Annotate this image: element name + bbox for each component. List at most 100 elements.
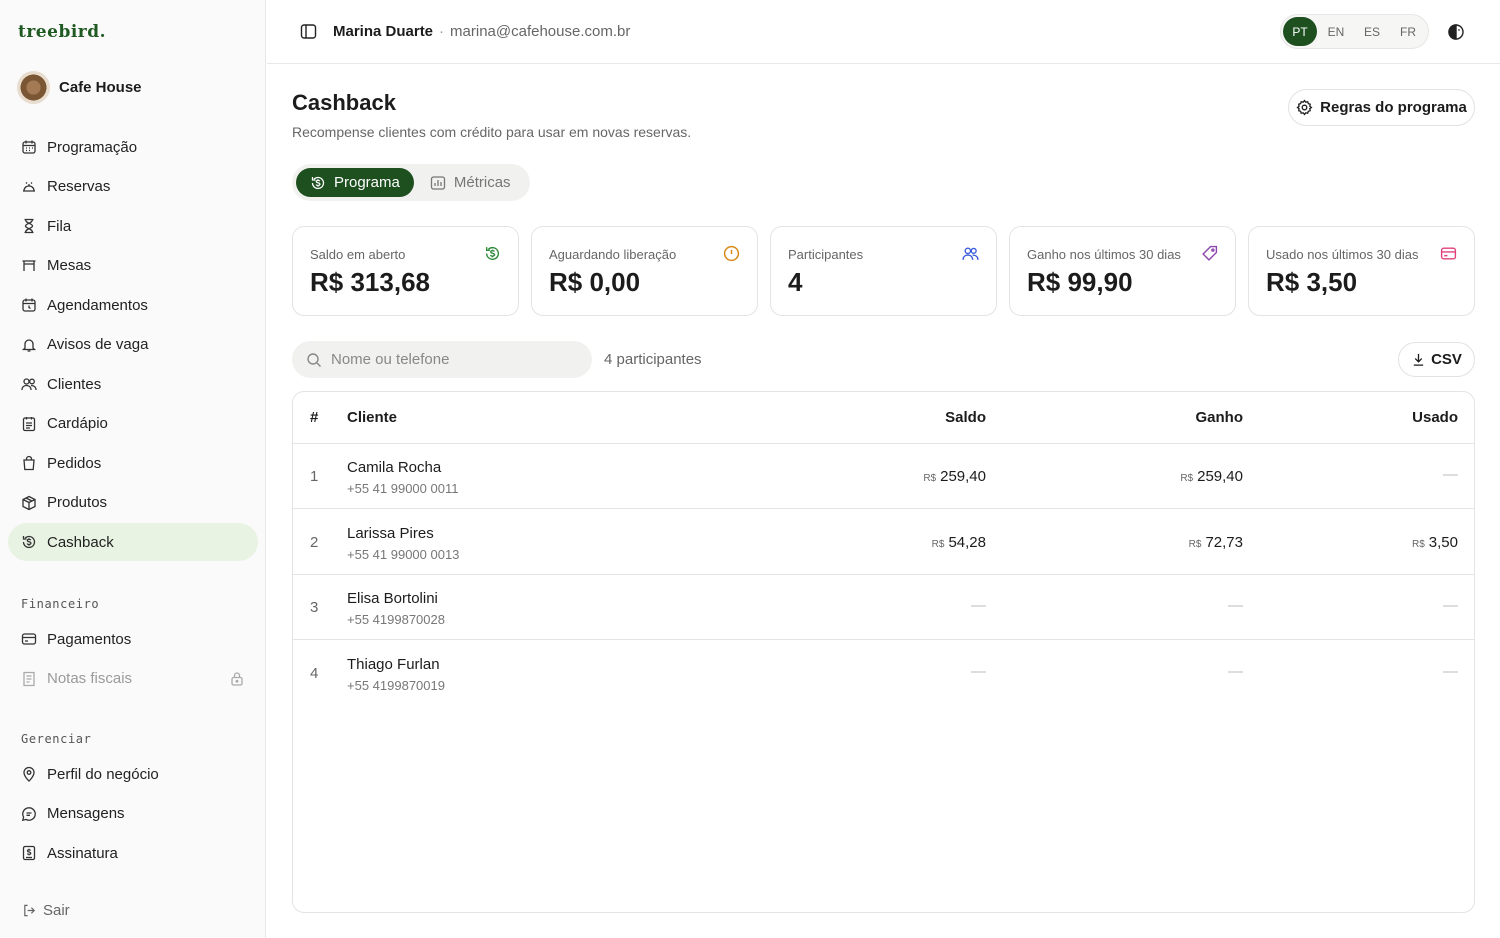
client-phone: +55 41 99000 0013 — [347, 546, 460, 562]
stat-card-usado-30-dias: Usado nos últimos 30 dias R$ 3,50 — [1248, 226, 1475, 316]
header-num: # — [310, 409, 319, 426]
logout-label: Sair — [43, 902, 70, 919]
earned-cell: R$ 259,40 — [1180, 468, 1243, 485]
participants-table: # Cliente Saldo Ganho Usado 1 Camila Roc… — [292, 391, 1475, 913]
tab-label: Programa — [334, 174, 400, 191]
user-email: marina@cafehouse.com.br — [450, 23, 631, 40]
sidebar-item-clientes[interactable]: Clientes — [8, 365, 258, 403]
download-icon — [1413, 353, 1424, 366]
language-switcher: PT EN ES FR — [1280, 14, 1429, 49]
sidebar-item-label: Assinatura — [47, 844, 118, 862]
stat-card-aguardando-liberacao: Aguardando liberação R$ 0,00 — [531, 226, 758, 316]
balance-cell: R$ 259,40 — [923, 468, 986, 485]
users-icon — [962, 247, 979, 260]
row-number: 2 — [310, 533, 319, 551]
tab-programa[interactable]: Programa — [296, 168, 414, 197]
sidebar-item-label: Fila — [47, 217, 72, 235]
currency-label: R$ — [1188, 538, 1202, 550]
sidebar-item-label: Mensagens — [47, 805, 125, 822]
sidebar-toggle-icon[interactable] — [300, 23, 317, 40]
sidebar-item-pagamentos[interactable]: Pagamentos — [8, 620, 258, 658]
main-nav: Programação Reservas Fila Mesas Agendame… — [8, 128, 258, 561]
sidebar-item-reservas[interactable]: Reservas — [8, 168, 258, 206]
balance-value: 259,40 — [940, 468, 986, 485]
sidebar-item-programacao[interactable]: Programação — [8, 128, 258, 166]
business-selector[interactable]: Cafe House — [17, 71, 142, 104]
header-client: Cliente — [347, 409, 398, 426]
stat-value: R$ 0,00 — [549, 267, 641, 297]
table-header: # Cliente Saldo Ganho Usado — [293, 392, 1474, 444]
client-name: Elisa Bortolini — [347, 590, 438, 607]
table-row[interactable]: 3 Elisa Bortolini +55 4199870028 — — — — [293, 575, 1474, 640]
lang-en[interactable]: EN — [1319, 17, 1353, 46]
sidebar-item-label: Programação — [47, 138, 138, 156]
settings-gear-icon — [1296, 99, 1313, 116]
sidebar-item-label: Reservas — [47, 178, 111, 195]
sidebar-item-notas-fiscais[interactable]: Notas fiscais — [8, 660, 258, 698]
header-balance[interactable]: Saldo — [945, 409, 986, 426]
sidebar-item-label: Cashback — [47, 533, 114, 551]
stat-value: 4 — [788, 267, 803, 297]
sidebar-item-perfil-do-negocio[interactable]: Perfil do negócio — [8, 755, 258, 793]
calendar-clock-icon — [22, 298, 36, 312]
stat-value: R$ 313,68 — [310, 267, 430, 297]
user-separator: · — [439, 23, 445, 40]
lang-fr[interactable]: FR — [1391, 17, 1425, 46]
balance-cell: R$ 54,28 — [932, 534, 986, 551]
hourglass-icon — [24, 218, 34, 234]
sidebar-item-pedidos[interactable]: Pedidos — [8, 444, 258, 482]
table-icon — [22, 259, 36, 271]
menu-book-icon — [22, 416, 36, 431]
row-number: 4 — [310, 664, 319, 682]
sidebar-item-mensagens[interactable]: Mensagens — [8, 795, 258, 833]
header-used[interactable]: Usado — [1412, 409, 1458, 426]
user-name: Marina Duarte — [333, 23, 434, 40]
table-row[interactable]: 1 Camila Rocha +55 41 99000 0011 R$ 259,4… — [293, 444, 1474, 509]
sidebar-item-produtos[interactable]: Produtos — [8, 484, 258, 522]
sidebar-item-assinatura[interactable]: Assinatura — [8, 834, 258, 872]
theme-toggle-icon[interactable] — [1446, 22, 1466, 42]
lang-es[interactable]: ES — [1355, 17, 1389, 46]
view-tabs: Programa Métricas — [292, 164, 530, 201]
message-icon — [21, 806, 36, 821]
sidebar-item-cashback[interactable]: Cashback — [8, 523, 258, 561]
sidebar-item-mesas[interactable]: Mesas — [8, 247, 258, 285]
sidebar-item-label: Mesas — [47, 257, 92, 274]
client-phone: +55 4199870028 — [347, 612, 445, 627]
business-name: Cafe House — [59, 79, 142, 96]
cashback-icon — [485, 246, 500, 260]
receipt-icon — [23, 671, 35, 686]
sidebar-item-fila[interactable]: Fila — [8, 207, 258, 245]
sidebar: treebird. Cafe House Programação Reserva… — [0, 0, 266, 938]
participants-count: 4 participantes — [604, 351, 702, 368]
sidebar-item-cardapio[interactable]: Cardápio — [8, 405, 258, 443]
gerenciar-nav: Perfil do negócio Mensagens Assinatura — [8, 755, 258, 872]
clock-icon — [723, 245, 740, 262]
search-input[interactable]: Nome ou telefone — [292, 341, 592, 378]
header-earned[interactable]: Ganho — [1196, 409, 1244, 426]
sidebar-item-avisos-de-vaga[interactable]: Avisos de vaga — [8, 326, 258, 364]
brand-logo[interactable]: treebird. — [18, 22, 106, 42]
tab-label: Métricas — [453, 174, 511, 191]
csv-export-button[interactable]: CSV — [1398, 342, 1475, 377]
balance-value: 54,28 — [948, 533, 986, 551]
table-row[interactable]: 4 Thiago Furlan +55 4199870019 — — — — [293, 641, 1474, 706]
sidebar-item-agendamentos[interactable]: Agendamentos — [8, 286, 258, 324]
user-info: Marina Duarte · marina@cafehouse.com.br — [333, 23, 630, 40]
subscription-icon — [22, 845, 36, 861]
program-rules-button[interactable]: Regras do programa — [1288, 89, 1475, 126]
logout-button[interactable]: Sair — [22, 902, 70, 919]
table-row[interactable]: 2 Larissa Pires +55 41 99000 0013 R$ 54,2… — [293, 510, 1474, 575]
stat-label: Participantes — [788, 247, 864, 262]
tab-metricas[interactable]: Métricas — [416, 168, 525, 197]
cashback-icon — [22, 535, 36, 549]
lang-pt[interactable]: PT — [1283, 17, 1317, 46]
page-subtitle: Recompense clientes com crédito para usa… — [292, 124, 692, 140]
section-label-gerenciar: Gerenciar — [21, 732, 92, 746]
client-name: Larissa Pires — [347, 524, 434, 542]
sidebar-item-label: Pedidos — [47, 454, 102, 472]
box-icon — [22, 495, 36, 510]
stat-card-participantes: Participantes 4 — [770, 226, 997, 316]
cashback-icon — [311, 176, 325, 189]
business-avatar — [17, 71, 50, 104]
